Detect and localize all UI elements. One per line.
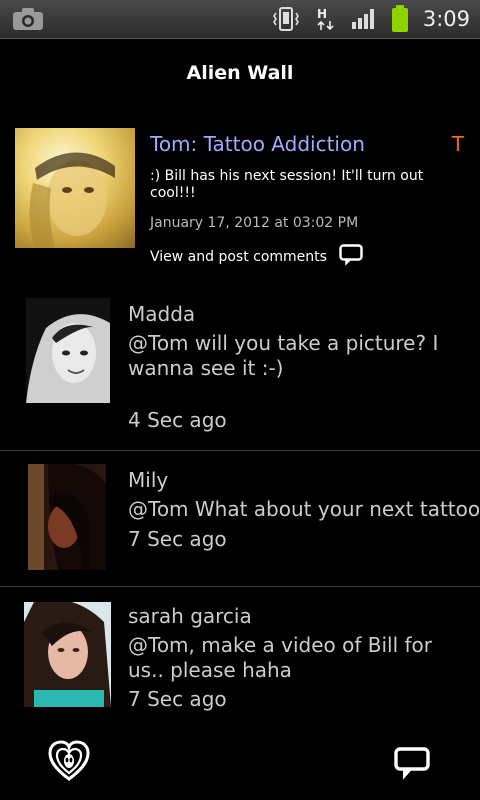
avatar[interactable] xyxy=(24,602,111,707)
post-date: January 17, 2012 at 03:02 PM xyxy=(150,215,359,231)
network-letter: H xyxy=(317,7,327,21)
divider xyxy=(0,450,480,451)
comment-icon[interactable] xyxy=(394,745,430,781)
comment-time: 4 Sec ago xyxy=(128,408,227,432)
post-image[interactable] xyxy=(15,128,135,248)
comment-text: @Tom What about your next tattoo? xyxy=(128,497,480,521)
clock: 3:09 xyxy=(422,7,470,31)
view-comments-label: View and post comments xyxy=(150,249,327,265)
avatar[interactable] xyxy=(26,298,110,403)
page-title: Alien Wall xyxy=(186,62,294,84)
comment-author: Madda xyxy=(128,302,196,326)
wall-post: Tom: Tattoo Addiction T :) Bill has his … xyxy=(0,128,480,268)
signal-icon xyxy=(351,8,377,30)
comment-text: @Tom, make a video of Bill for us.. plea… xyxy=(128,633,433,682)
list-item[interactable]: Madda @Tom will you take a picture? I wa… xyxy=(0,298,480,450)
comment-time: 7 Sec ago xyxy=(128,687,227,711)
alien-heart-icon[interactable] xyxy=(48,740,90,782)
list-item[interactable]: sarah garcia @Tom, make a video of Bill … xyxy=(0,600,480,720)
battery-icon xyxy=(391,5,409,33)
status-bar: H 3:09 xyxy=(0,0,480,39)
divider xyxy=(0,586,480,587)
camera-icon xyxy=(12,7,44,31)
post-author[interactable]: Tom: Tattoo Addiction xyxy=(150,132,365,156)
comment-author: sarah garcia xyxy=(128,604,252,628)
comment-time: 7 Sec ago xyxy=(128,527,227,551)
comment-author: Mily xyxy=(128,468,169,492)
network-data-icon: H xyxy=(315,6,337,32)
avatar[interactable] xyxy=(28,464,106,570)
view-comments-link[interactable]: View and post comments xyxy=(150,244,363,270)
list-item[interactable]: Mily @Tom What about your next tattoo? 7… xyxy=(0,464,480,586)
comment-icon xyxy=(339,244,363,270)
vibrate-icon xyxy=(271,7,301,31)
post-text: :) Bill has his next session! It'll turn… xyxy=(150,168,424,201)
comment-text: @Tom will you take a picture? I wanna se… xyxy=(128,331,439,380)
post-initial: T xyxy=(451,132,464,156)
